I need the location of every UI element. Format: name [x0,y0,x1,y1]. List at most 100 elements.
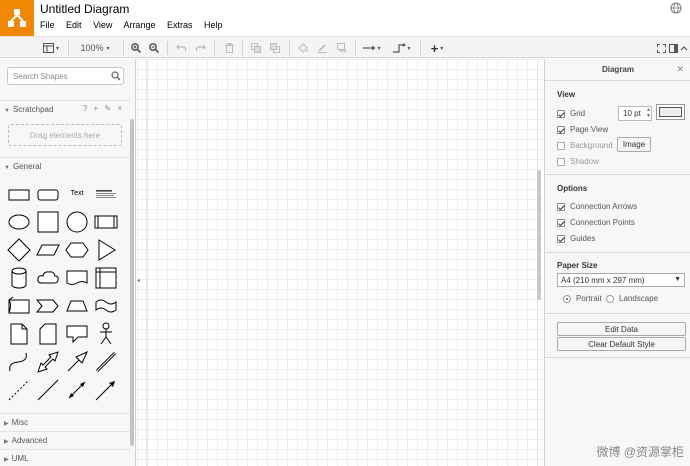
toggle-format-button[interactable] [668,40,679,56]
waypoints-button[interactable]: ▾ [389,40,415,56]
page-view-checkbox-row[interactable]: Page View [557,125,608,134]
redo-button[interactable] [194,40,208,56]
text-shape[interactable]: Text [64,181,90,207]
general-header[interactable]: ▼ General [0,157,130,173]
cloud-shape[interactable] [35,265,61,291]
sidebar-resize-handle[interactable]: ◂ [137,277,140,284]
rounded-rectangle-shape[interactable] [35,181,61,207]
connection-points-row[interactable]: Connection Points [557,218,635,227]
trapezoid-shape[interactable] [64,293,90,319]
collapse-toolbar-button[interactable] [679,40,689,56]
internal-storage-shape[interactable] [93,265,119,291]
zoom-select[interactable]: 100% ▾ [76,40,114,56]
parallelogram-shape[interactable] [35,237,61,263]
dashed-line-shape[interactable] [6,377,32,403]
tape-shape[interactable] [93,293,119,319]
menu-help[interactable]: Help [204,20,223,30]
to-back-icon [270,43,280,53]
zoom-in-button[interactable] [129,40,143,56]
square-shape[interactable] [35,209,61,235]
zoom-out-button[interactable] [147,40,161,56]
undo-button[interactable] [174,40,188,56]
shadow-checkbox[interactable] [557,157,565,166]
process-shape[interactable] [93,209,119,235]
scratchpad-actions[interactable]: ? + ✎ × [83,104,124,113]
shadow-checkbox-row[interactable]: Shadow [557,157,599,166]
background-image-button[interactable]: Image [617,137,651,152]
misc-header[interactable]: ▶ Misc [0,413,130,429]
search-input[interactable]: Search Shapes [7,67,124,85]
hexagon-shape[interactable] [64,237,90,263]
cylinder-shape[interactable] [6,265,32,291]
grid-checkbox-row[interactable]: Grid [557,109,585,118]
grid-checkbox[interactable] [557,109,565,118]
triangle-shape[interactable] [93,237,119,263]
circle-shape[interactable] [64,209,90,235]
menu-extras[interactable]: Extras [167,20,193,30]
guides-row[interactable]: Guides [557,234,595,243]
step-shape[interactable] [35,293,61,319]
page-view-checkbox[interactable] [557,125,565,134]
rectangle-shape[interactable] [6,181,32,207]
note-shape[interactable] [6,321,32,347]
edit-data-button[interactable]: Edit Data [557,322,686,336]
menu-file[interactable]: File [40,20,55,30]
double-arrow-connector-shape[interactable] [64,377,90,403]
fill-color-button[interactable] [296,40,310,56]
menu-arrange[interactable]: Arrange [123,20,155,30]
sidebar-panel-icon [669,43,678,53]
diamond-shape[interactable] [6,237,32,263]
insert-button[interactable]: + ▾ [426,40,448,56]
panel-layout-icon [42,43,54,53]
document-shape[interactable] [64,265,90,291]
background-checkbox-row[interactable]: Background [557,141,613,150]
canvas-scrollbar[interactable] [537,170,541,300]
background-checkbox[interactable] [557,141,565,150]
scratchpad-header[interactable]: ▼ Scratchpad ? + ✎ × [0,100,130,116]
grid-color-button[interactable] [656,104,685,120]
callout-shape[interactable] [64,321,90,347]
fullscreen-button[interactable] [656,40,667,56]
connection-arrows-row[interactable]: Connection Arrows [557,202,637,211]
delete-button[interactable] [222,40,236,56]
line-color-button[interactable] [315,40,329,56]
scratchpad-dropzone[interactable]: Drag elements here [8,124,122,146]
actor-shape[interactable] [93,321,119,347]
menu-view[interactable]: View [93,20,112,30]
arrow-shape[interactable] [64,349,90,375]
clear-default-style-button[interactable]: Clear Default Style [557,337,686,351]
directional-connector-shape[interactable] [93,377,119,403]
portrait-radio[interactable] [563,294,571,303]
app-logo[interactable] [0,0,34,36]
guides-checkbox[interactable] [557,234,565,243]
advanced-header[interactable]: ▶ Advanced [0,431,130,447]
textbox-shape[interactable] [93,181,119,207]
ellipse-shape[interactable] [6,209,32,235]
card-corner-shape[interactable] [35,321,61,347]
menu-edit[interactable]: Edit [66,20,82,30]
paper-size-select[interactable]: A4 (210 mm x 297 mm) ▼ [557,273,685,287]
to-back-button[interactable] [268,40,282,56]
sidebar-scrollbar[interactable] [130,119,134,446]
landscape-radio[interactable] [606,294,614,303]
connection-points-checkbox[interactable] [557,218,565,227]
uml-header[interactable]: ▶ UML [0,449,130,465]
portrait-radio-row[interactable]: Portrait [563,294,602,303]
diagram-title[interactable]: Untitled Diagram [40,2,129,16]
bidirectional-arrow-shape[interactable] [35,349,61,375]
expand-triangle-icon: ▶ [4,439,9,445]
format-panel-toggle[interactable]: ▾ [40,40,62,56]
close-icon[interactable]: ✕ [676,64,684,75]
grid-size-stepper[interactable]: ▲ ▼ [646,107,651,119]
landscape-radio-row[interactable]: Landscape [606,294,658,303]
shadow-button[interactable] [335,40,349,56]
link-shape[interactable] [93,349,119,375]
line-shape[interactable] [35,377,61,403]
connection-arrows-checkbox[interactable] [557,202,565,211]
connection-style-button[interactable]: ▾ [360,40,384,56]
curve-connector-shape[interactable] [6,349,32,375]
language-globe-icon[interactable] [670,2,682,14]
card-shape[interactable] [6,293,32,319]
to-front-button[interactable] [249,40,263,56]
search-icon[interactable] [111,71,121,81]
